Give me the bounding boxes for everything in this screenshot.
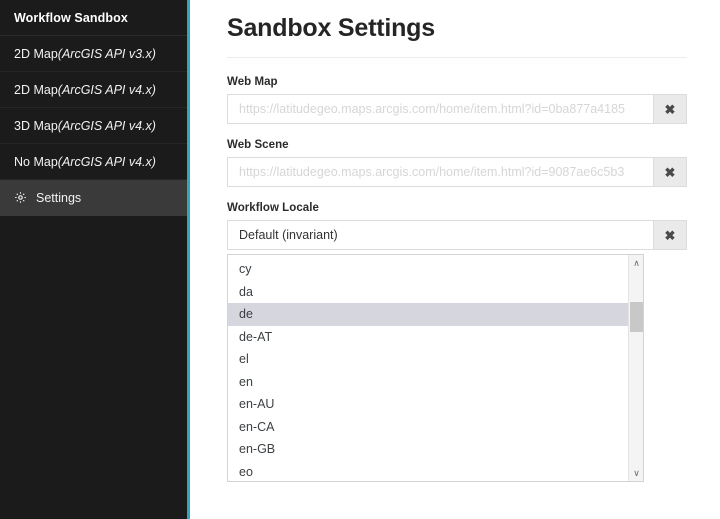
sidebar-item-label: Settings xyxy=(36,190,82,205)
web-scene-input[interactable] xyxy=(227,157,653,187)
field-group-web-map: Web Map ✖ xyxy=(227,76,687,124)
gear-icon xyxy=(14,191,27,204)
workflow-locale-input[interactable] xyxy=(227,220,653,250)
locale-option-da[interactable]: da xyxy=(228,281,628,304)
locale-option-list[interactable]: cy da de de-AT el en en-AU en-CA en-GB eo xyxy=(228,255,628,481)
field-group-workflow-locale: Workflow Locale ✖ cydadede-ATelenen-AUen… xyxy=(227,202,687,482)
locale-option-eo[interactable]: eo xyxy=(228,461,628,482)
scrollbar-thumb[interactable] xyxy=(630,302,643,332)
web-map-clear-button[interactable]: ✖ xyxy=(653,94,687,124)
sidebar-item-api: (ArcGIS API v4.x) xyxy=(57,118,156,133)
workflow-locale-clear-button[interactable]: ✖ xyxy=(653,220,687,250)
field-group-web-scene: Web Scene ✖ xyxy=(227,139,687,187)
sidebar-item-label: 2D Map xyxy=(14,46,58,61)
locale-option-cy[interactable]: cy xyxy=(228,258,628,281)
locale-option-en-CA[interactable]: en-CA xyxy=(228,416,628,439)
locale-dropdown-panel: cy da de de-AT el en en-AU en-CA en-GB eo ∧ ∨ xyxy=(227,254,644,482)
locale-option-el[interactable]: el xyxy=(228,348,628,371)
app-root: Workflow Sandbox 2D Map (ArcGIS API v3.x… xyxy=(0,0,720,519)
sidebar-item-api: (ArcGIS API v4.x) xyxy=(57,82,156,97)
scroll-down-arrow-icon[interactable]: ∨ xyxy=(629,466,643,480)
sidebar-item-2d-map-v3[interactable]: 2D Map (ArcGIS API v3.x) xyxy=(0,36,187,72)
web-map-input[interactable] xyxy=(227,94,653,124)
sidebar-item-label: 2D Map xyxy=(14,82,58,97)
web-map-row: ✖ xyxy=(227,94,687,124)
page-title: Sandbox Settings xyxy=(227,14,435,42)
locale-dropdown-scrollbar[interactable]: ∧ ∨ xyxy=(628,255,643,481)
sidebar-item-no-map-v4[interactable]: No Map (ArcGIS API v4.x) xyxy=(0,144,187,180)
sidebar-item-label: 3D Map xyxy=(14,118,58,133)
sidebar-item-api: (ArcGIS API v3.x) xyxy=(57,46,156,61)
locale-option-de-AT[interactable]: de-AT xyxy=(228,326,628,349)
web-scene-clear-button[interactable]: ✖ xyxy=(653,157,687,187)
sidebar-title: Workflow Sandbox xyxy=(0,0,187,36)
locale-option-en-AU[interactable]: en-AU xyxy=(228,393,628,416)
web-scene-label: Web Scene xyxy=(227,139,289,151)
workflow-locale-label: Workflow Locale xyxy=(227,202,319,214)
locale-option-en-GB[interactable]: en-GB xyxy=(228,438,628,461)
workflow-locale-row: ✖ xyxy=(227,220,687,250)
web-map-label: Web Map xyxy=(227,76,278,88)
web-scene-row: ✖ xyxy=(227,157,687,187)
sidebar-item-label: No Map xyxy=(14,154,58,169)
scroll-up-arrow-icon[interactable]: ∧ xyxy=(629,256,643,270)
locale-option-en[interactable]: en xyxy=(228,371,628,394)
title-divider xyxy=(227,57,687,58)
sidebar: Workflow Sandbox 2D Map (ArcGIS API v3.x… xyxy=(0,0,190,519)
sidebar-item-3d-map-v4[interactable]: 3D Map (ArcGIS API v4.x) xyxy=(0,108,187,144)
sidebar-item-settings[interactable]: Settings xyxy=(0,180,187,216)
sidebar-item-api: (ArcGIS API v4.x) xyxy=(57,154,156,169)
main-panel: Sandbox Settings Web Map ✖ Web Scene ✖ W… xyxy=(190,0,720,519)
locale-option-de[interactable]: de xyxy=(228,303,628,326)
sidebar-item-2d-map-v4[interactable]: 2D Map (ArcGIS API v4.x) xyxy=(0,72,187,108)
